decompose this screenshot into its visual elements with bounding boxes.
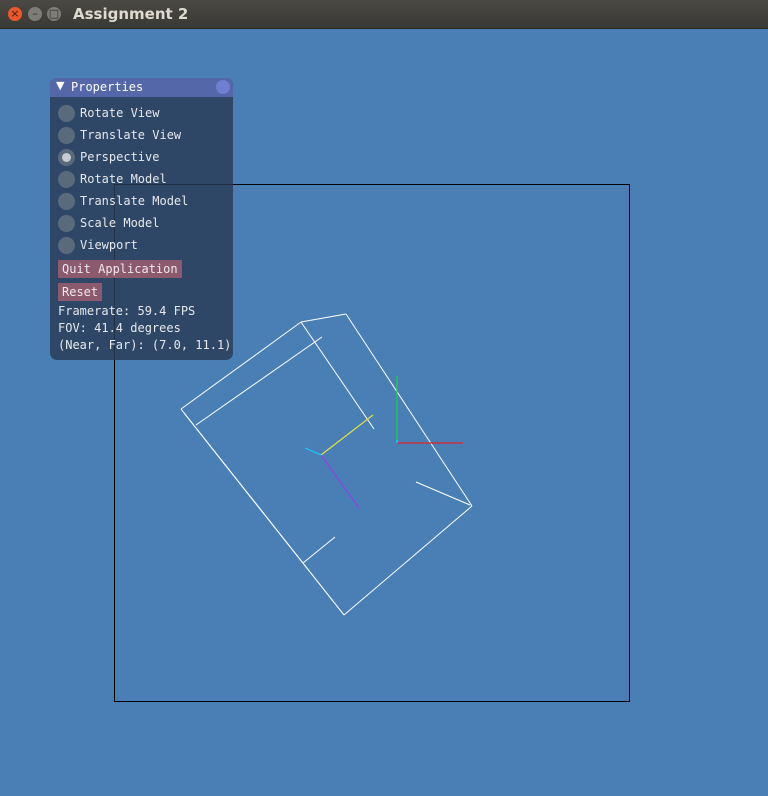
- cube-edge: [343, 505, 473, 616]
- collapse-arrow-icon[interactable]: ▼: [56, 79, 64, 92]
- mode-label: Translate View: [80, 128, 182, 142]
- world-axes: [396, 376, 463, 444]
- panel-close-button[interactable]: [216, 80, 230, 94]
- model-x-axis: [320, 414, 374, 456]
- mode-translate-view[interactable]: Translate View: [58, 126, 228, 146]
- radio-button[interactable]: [58, 193, 75, 210]
- properties-panel[interactable]: ▼ Properties Rotate View Translate View …: [50, 78, 233, 360]
- radio-button[interactable]: [58, 171, 75, 188]
- mode-perspective[interactable]: Perspective: [58, 148, 228, 168]
- cube-edge: [300, 321, 375, 430]
- cube-edge: [345, 313, 473, 507]
- maximize-icon: □: [48, 7, 60, 20]
- mode-viewport[interactable]: Viewport: [58, 236, 228, 256]
- radio-button[interactable]: [58, 237, 75, 254]
- minimize-icon: –: [32, 7, 38, 20]
- cube-edge: [300, 313, 347, 323]
- model-z-axis: [304, 447, 322, 456]
- mode-rotate-model[interactable]: Rotate Model: [58, 170, 228, 190]
- close-window-button[interactable]: ×: [8, 7, 22, 21]
- radio-button-selected[interactable]: [58, 149, 75, 166]
- model-axes: [304, 414, 374, 509]
- radio-button[interactable]: [58, 127, 75, 144]
- cube-edge: [415, 481, 471, 506]
- mode-label: Rotate View: [80, 106, 160, 120]
- panel-header[interactable]: ▼ Properties: [50, 78, 233, 97]
- framerate-text: Framerate: 59.4 FPS: [58, 304, 196, 318]
- window-title: Assignment 2: [73, 5, 189, 23]
- radio-button[interactable]: [58, 215, 75, 232]
- cube-edge: [302, 536, 336, 564]
- minimize-window-button[interactable]: –: [28, 7, 42, 21]
- mode-label: Rotate Model: [80, 172, 167, 186]
- radio-button[interactable]: [58, 105, 75, 122]
- fov-text: FOV: 41.4 degrees: [58, 321, 181, 335]
- close-icon: ×: [10, 7, 20, 20]
- mode-label: Translate Model: [80, 194, 189, 208]
- model-y-axis: [320, 454, 360, 509]
- cube-edge: [183, 412, 345, 616]
- mode-label: Perspective: [80, 150, 160, 164]
- maximize-window-button[interactable]: □: [47, 7, 61, 21]
- reset-button[interactable]: Reset: [58, 283, 103, 301]
- mode-label: Viewport: [80, 238, 138, 252]
- mode-translate-model[interactable]: Translate Model: [58, 192, 228, 212]
- mode-rotate-view[interactable]: Rotate View: [58, 104, 228, 124]
- mode-scale-model[interactable]: Scale Model: [58, 214, 228, 234]
- mode-label: Scale Model: [80, 216, 160, 230]
- near-far-text: (Near, Far): (7.0, 11.1): [58, 338, 232, 352]
- quit-application-button[interactable]: Quit Application: [58, 260, 182, 278]
- panel-title: Properties: [71, 80, 144, 94]
- title-bar: × – □ Assignment 2: [0, 0, 768, 29]
